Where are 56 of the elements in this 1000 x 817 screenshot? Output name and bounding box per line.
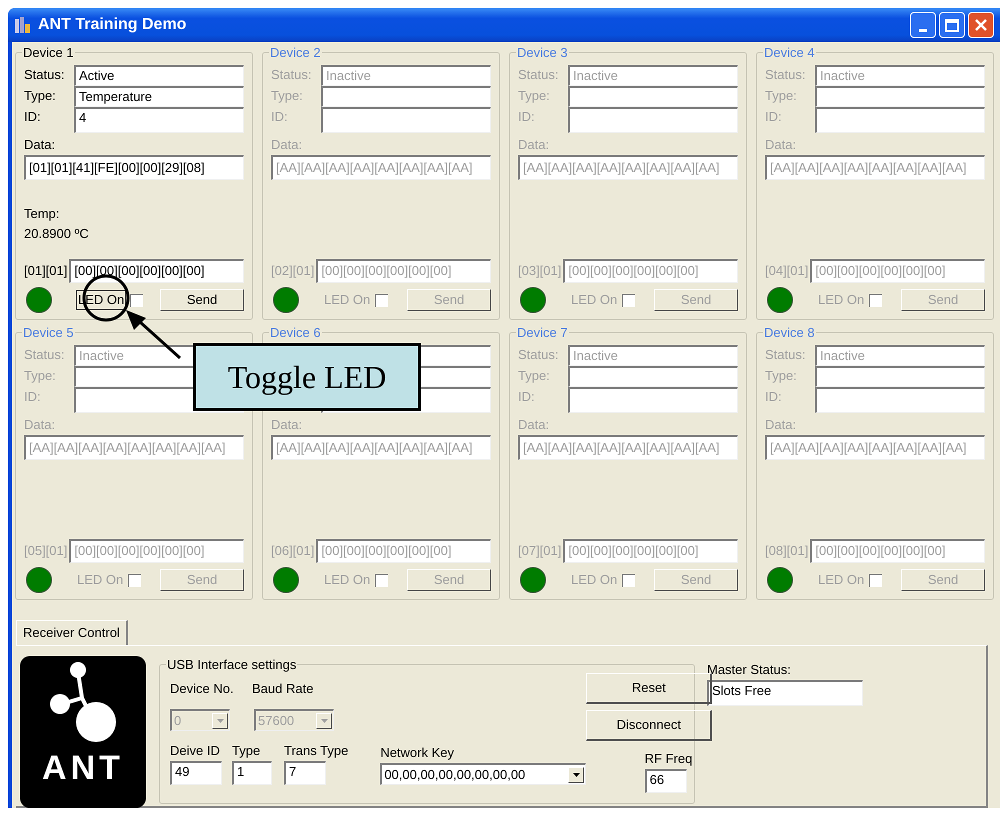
led-on-label: LED On — [323, 571, 372, 589]
field-label: Network Key — [380, 744, 456, 762]
field-label: Data: — [271, 136, 304, 154]
led-on-label: LED On — [817, 571, 866, 589]
field-label: Baud Rate — [252, 680, 314, 698]
field-label: ID: — [518, 388, 536, 406]
field-label: ID: — [765, 388, 783, 406]
channel-text: [06][01] — [271, 542, 314, 560]
channel-text: [04][01] — [765, 262, 808, 280]
channel-text: [07][01] — [518, 542, 562, 560]
field-label: Status: — [24, 66, 66, 84]
field-label: 20.8900 ºC — [24, 224, 90, 242]
field-label: Type: — [24, 87, 57, 105]
field-label: Status: — [518, 66, 560, 84]
field-label: Status: — [765, 66, 806, 84]
field-label: Data: — [765, 136, 798, 154]
led-on-label: LED On — [817, 291, 866, 309]
field-label: Temp: — [24, 204, 60, 223]
field-label: Status: — [271, 66, 312, 84]
field-label: Data: — [518, 416, 550, 434]
field-label: Type: — [765, 87, 798, 105]
field-label: Device No. — [170, 680, 235, 698]
led-on-label: LED On — [76, 571, 124, 589]
field-label: Deive ID — [170, 742, 221, 760]
field-label: Data: — [24, 136, 56, 154]
field-label: ID: — [518, 108, 536, 126]
channel-text: [05][01] — [24, 542, 68, 560]
field-label: ID: — [765, 108, 783, 126]
channel-text: [02][01] — [271, 262, 314, 280]
field-label: RF Freq — [644, 750, 692, 768]
field-label: Status: — [518, 346, 560, 364]
channel-text: [03][01] — [518, 262, 562, 280]
field-label: Type: — [765, 367, 798, 385]
field-label: Data: — [271, 416, 304, 434]
channel-text: [01][01] — [24, 262, 68, 280]
led-on-label: LED On — [323, 291, 372, 309]
field-label: Status: — [24, 346, 66, 364]
led-on-label: LED On — [570, 571, 618, 589]
field-label: Status: — [765, 346, 806, 364]
led-on-label: LED On — [570, 291, 618, 309]
field-label: Data: — [24, 416, 56, 434]
field-label: ID: — [271, 108, 289, 126]
logo-text: ANT — [42, 748, 124, 788]
field-label: Type: — [518, 367, 551, 385]
field-label: ID: — [24, 388, 42, 406]
annotation-tooltip: Toggle LED — [193, 343, 421, 411]
field-label: Data: — [765, 416, 798, 434]
window-title: ANT Training Demo — [38, 15, 186, 35]
field-label: Type: — [518, 87, 551, 105]
channel-text: [08][01] — [765, 542, 808, 560]
field-label: Type — [232, 742, 262, 760]
field-label: Type: — [271, 87, 304, 105]
field-label: ID: — [24, 108, 42, 126]
field-label: Data: — [518, 136, 550, 154]
field-label: Trans Type — [284, 742, 348, 760]
field-label: Type: — [24, 367, 57, 385]
